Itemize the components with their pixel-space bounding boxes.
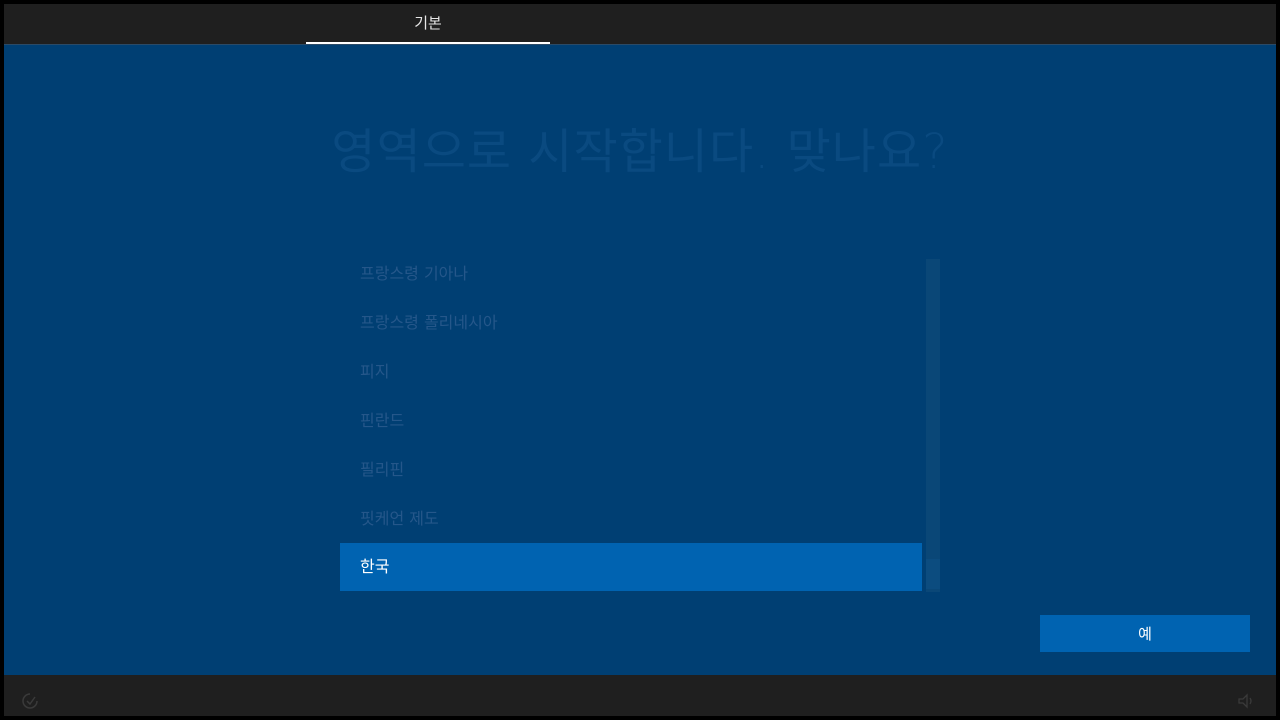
list-item[interactable]: 프랑스령 기아나 — [340, 250, 922, 298]
oobe-window: 기본 영역으로 시작합니다. 맞나요? 프랑스령 기아나 프랑스령 폴리네시아 … — [4, 4, 1276, 716]
list-item[interactable]: 핏케언 제도 — [340, 495, 922, 543]
scrollbar-thumb[interactable] — [926, 559, 940, 589]
top-bar: 기본 — [4, 4, 1276, 45]
top-bar-divider — [4, 44, 1276, 45]
region-list[interactable]: 프랑스령 기아나 프랑스령 폴리네시아 피지 핀란드 필리핀 핏케언 제도 한국 — [340, 250, 922, 594]
list-item[interactable]: 프랑스령 폴리네시아 — [340, 299, 922, 347]
yes-button[interactable]: 예 — [1040, 615, 1250, 652]
list-item[interactable]: 핀란드 — [340, 397, 922, 445]
page-title: 영역으로 시작합니다. 맞나요? — [331, 124, 949, 180]
list-item-selected[interactable]: 한국 — [340, 543, 922, 591]
list-scrollbar[interactable] — [926, 259, 940, 592]
list-item[interactable]: 필리핀 — [340, 446, 922, 494]
ease-of-access-icon[interactable] — [20, 691, 40, 711]
bottom-bar — [4, 675, 1276, 716]
tab-basics[interactable]: 기본 — [306, 4, 550, 44]
list-item[interactable]: 피지 — [340, 348, 922, 396]
volume-icon[interactable] — [1236, 691, 1256, 711]
